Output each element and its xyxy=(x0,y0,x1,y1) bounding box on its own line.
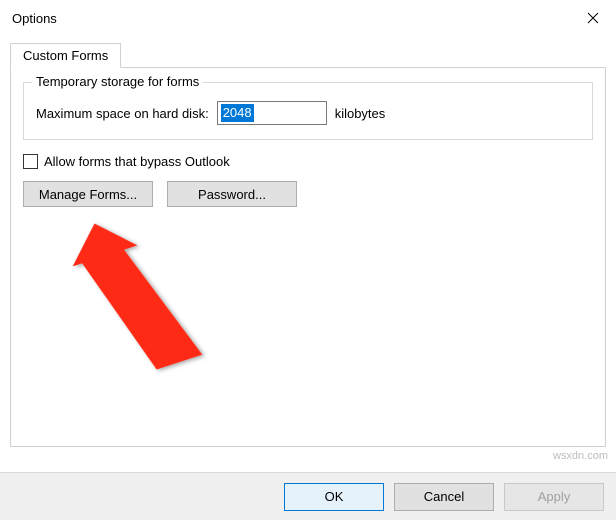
window-title: Options xyxy=(12,11,57,26)
tab-custom-forms[interactable]: Custom Forms xyxy=(10,43,121,68)
cancel-button[interactable]: Cancel xyxy=(394,483,494,511)
tabstrip: Custom Forms xyxy=(10,42,606,68)
dialog-footer: OK Cancel Apply xyxy=(0,472,616,520)
max-space-label: Maximum space on hard disk: xyxy=(36,106,209,121)
watermark: wsxdn.com xyxy=(553,450,608,462)
group-temporary-storage: Temporary storage for forms Maximum spac… xyxy=(23,82,593,140)
allow-bypass-row[interactable]: Allow forms that bypass Outlook xyxy=(23,154,593,169)
password-button[interactable]: Password... xyxy=(167,181,297,207)
dialog-content: Custom Forms Temporary storage for forms… xyxy=(0,36,616,447)
allow-bypass-checkbox[interactable] xyxy=(23,154,38,169)
max-space-unit: kilobytes xyxy=(335,106,386,121)
close-button[interactable] xyxy=(570,0,616,36)
titlebar: Options xyxy=(0,0,616,36)
max-space-value: 2048 xyxy=(221,104,254,122)
tabpanel-custom-forms: Temporary storage for forms Maximum spac… xyxy=(10,67,606,447)
ok-button[interactable]: OK xyxy=(284,483,384,511)
apply-button[interactable]: Apply xyxy=(504,483,604,511)
manage-forms-button[interactable]: Manage Forms... xyxy=(23,181,153,207)
max-space-input[interactable]: 2048 xyxy=(217,101,327,125)
allow-bypass-label: Allow forms that bypass Outlook xyxy=(44,154,230,169)
close-icon xyxy=(587,12,599,24)
group-legend: Temporary storage for forms xyxy=(32,74,203,89)
